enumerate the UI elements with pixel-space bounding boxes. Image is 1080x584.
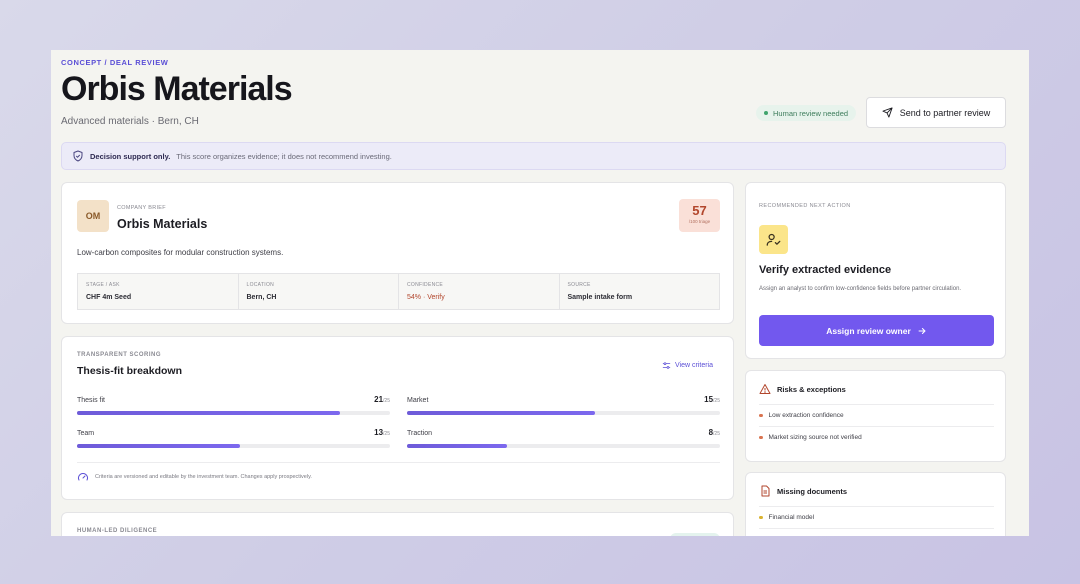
gauge-icon <box>78 473 88 481</box>
risk-item-label: Market sizing source not verified <box>768 434 862 441</box>
divider <box>759 528 994 529</box>
action-description: Assign an analyst to confirm low-confide… <box>759 286 962 292</box>
list-item: Financial model <box>759 514 814 521</box>
list-item: Market sizing source not verified <box>759 434 862 441</box>
bullet-icon <box>759 413 763 418</box>
app-window: CONCEPT / DEAL REVIEW Orbis Materials Ad… <box>51 50 1029 536</box>
metric-value: 13/25 <box>374 428 390 437</box>
page-title: Orbis Materials <box>61 70 293 108</box>
triage-score-label: /100 triage <box>688 219 711 224</box>
metric-label: Traction <box>407 430 433 437</box>
view-criteria-link[interactable]: View criteria <box>662 361 713 370</box>
action-title: Verify extracted evidence <box>759 264 892 276</box>
fact-source: SOURCE Sample intake form <box>560 274 720 309</box>
arrow-right-icon <box>918 327 926 334</box>
company-brief-card: OM COMPANY BRIEF Orbis Materials 57 /100… <box>61 182 734 324</box>
brief-eyebrow: COMPANY BRIEF <box>117 205 166 211</box>
metric-value: 8/25 <box>708 428 720 437</box>
fact-key: CONFIDENCE <box>407 282 444 288</box>
triage-score-badge: 57 /100 triage <box>679 199 720 232</box>
company-facts: STAGE / ASK CHF 4m Seed LOCATION Bern, C… <box>77 273 720 310</box>
assign-button-label: Assign review owner <box>826 325 911 336</box>
scoring-title: Thesis-fit breakdown <box>77 365 183 377</box>
status-badge-label: Human review needed <box>773 108 849 118</box>
notice-strong: Decision support only. <box>90 151 171 161</box>
shield-check-icon <box>73 150 83 162</box>
fact-value: CHF 4m Seed <box>86 294 132 301</box>
metric-thesis-fit: Thesis fit 21/25 <box>77 395 390 415</box>
diligence-card: HUMAN-LED DILIGENCE <box>61 512 734 536</box>
diligence-status-badge <box>670 533 720 536</box>
metric-value: 15/25 <box>704 395 720 404</box>
next-action-card: RECOMMENDED NEXT ACTION Verify extracted… <box>745 182 1006 359</box>
send-button-label: Send to partner review <box>899 107 991 118</box>
brief-company-name: Orbis Materials <box>117 217 208 231</box>
user-check-icon <box>759 225 788 254</box>
divider <box>759 426 994 427</box>
diligence-eyebrow: HUMAN-LED DILIGENCE <box>77 528 158 534</box>
fact-value: Bern, CH <box>246 294 277 301</box>
metric-label: Team <box>77 430 95 437</box>
fact-location: LOCATION Bern, CH <box>239 274 399 309</box>
status-dot-icon <box>764 111 768 115</box>
thesis-fit-card: TRANSPARENT SCORING Thesis-fit breakdown… <box>61 336 734 500</box>
list-item: Low extraction confidence <box>759 412 844 419</box>
risks-title: Risks & exceptions <box>777 384 846 394</box>
missing-documents-card: Missing documents Financial model <box>745 472 1006 536</box>
fact-confidence: CONFIDENCE 54% · Verify <box>399 274 560 309</box>
criteria-note: Criteria are versioned and editable by t… <box>77 471 312 483</box>
fact-stage: STAGE / ASK CHF 4m Seed <box>78 274 239 309</box>
missing-title: Missing documents <box>777 486 848 496</box>
metric-value: 21/25 <box>374 395 390 404</box>
sliders-icon <box>662 362 671 369</box>
bullet-icon <box>759 435 763 440</box>
fact-key: SOURCE <box>567 282 591 288</box>
missing-item-label: Financial model <box>768 514 815 521</box>
company-description: Low-carbon composites for modular constr… <box>77 248 284 257</box>
warning-icon <box>759 384 771 394</box>
send-icon <box>882 107 893 118</box>
bullet-icon <box>759 515 763 520</box>
action-eyebrow: RECOMMENDED NEXT ACTION <box>759 203 851 209</box>
divider <box>77 462 720 463</box>
triage-score: 57 <box>692 203 707 218</box>
metric-track <box>77 411 390 415</box>
document-icon <box>761 485 770 497</box>
fact-value: 54% · Verify <box>407 294 445 301</box>
metric-fill <box>407 411 595 415</box>
view-criteria-label: View criteria <box>675 362 713 369</box>
metric-label: Thesis fit <box>77 397 106 404</box>
metric-fill <box>407 444 508 448</box>
risks-card: Risks & exceptions Low extraction confid… <box>745 370 1006 462</box>
metric-fill <box>77 444 240 448</box>
risks-heading: Risks & exceptions <box>759 383 846 395</box>
metric-traction: Traction 8/25 <box>407 428 720 448</box>
criteria-note-text: Criteria are versioned and editable by t… <box>95 474 312 480</box>
status-badge: Human review needed <box>756 105 857 121</box>
metric-fill <box>77 411 340 415</box>
risk-item-label: Low extraction confidence <box>768 412 844 419</box>
fact-key: LOCATION <box>246 282 275 288</box>
metric-track <box>407 411 720 415</box>
avatar: OM <box>77 200 109 232</box>
breadcrumb[interactable]: CONCEPT / DEAL REVIEW <box>61 58 168 67</box>
scoring-eyebrow: TRANSPARENT SCORING <box>77 352 162 358</box>
metric-track <box>77 444 390 448</box>
metric-market: Market 15/25 <box>407 395 720 415</box>
send-to-partner-review-button[interactable]: Send to partner review <box>866 97 1006 128</box>
company-subtitle: Advanced materials · Bern, CH <box>61 116 199 127</box>
missing-heading: Missing documents <box>759 485 847 497</box>
metric-label: Market <box>407 397 429 404</box>
metric-track <box>407 444 720 448</box>
divider <box>759 404 994 405</box>
divider <box>759 506 994 507</box>
decision-support-notice: Decision support only. This score organi… <box>61 142 1006 170</box>
notice-text: This score organizes evidence; it does n… <box>176 151 392 161</box>
fact-key: STAGE / ASK <box>86 282 120 288</box>
assign-review-owner-button[interactable]: Assign review owner <box>759 315 994 346</box>
metric-team: Team 13/25 <box>77 428 390 448</box>
fact-value: Sample intake form <box>567 294 633 301</box>
